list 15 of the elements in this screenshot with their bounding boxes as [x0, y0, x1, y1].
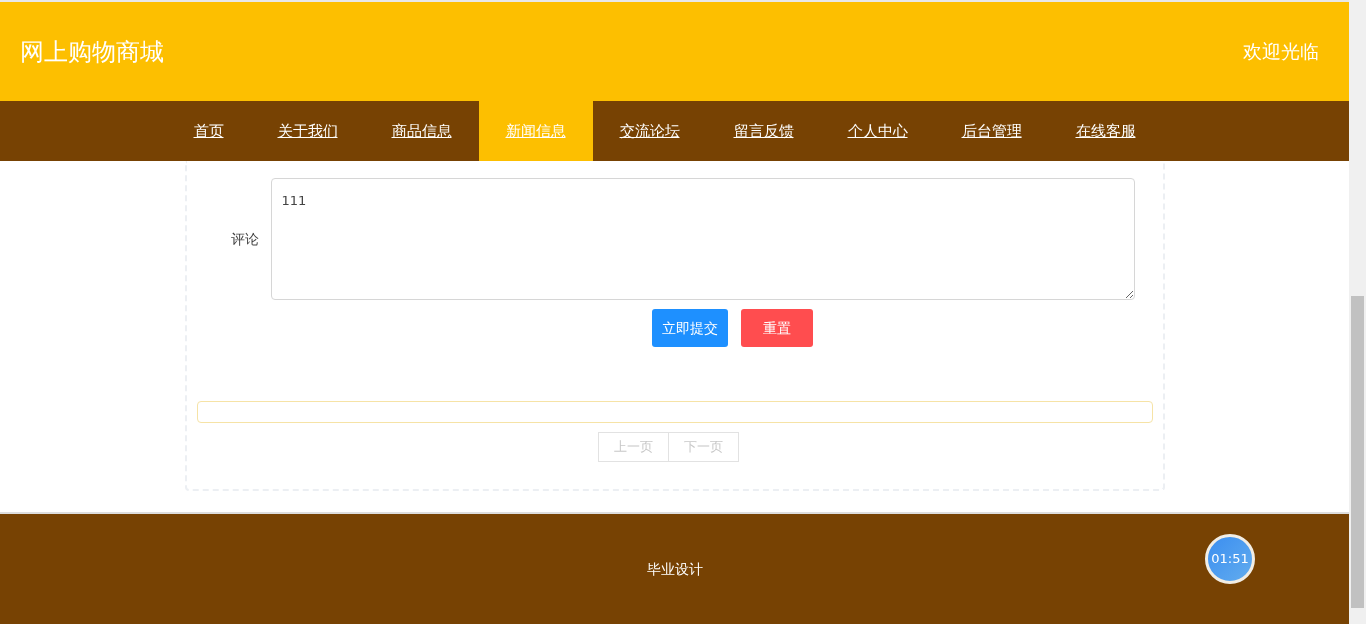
- nav-link[interactable]: 在线客服: [1048, 101, 1163, 161]
- nav-link[interactable]: 首页: [166, 101, 251, 161]
- scrollbar-thumb[interactable]: [1351, 296, 1364, 608]
- comment-label: 评论: [229, 229, 260, 249]
- nav-link[interactable]: 个人中心: [820, 101, 935, 161]
- comment-textarea[interactable]: 111: [270, 178, 1135, 300]
- scrollbar[interactable]: [1349, 0, 1366, 624]
- nav-link[interactable]: 交流论坛: [592, 101, 707, 161]
- footer-text: 毕业设计: [646, 559, 703, 579]
- welcome-text: 欢迎光临: [1243, 39, 1319, 65]
- nav-link[interactable]: 后台管理: [934, 101, 1049, 161]
- site-title: 网上购物商城: [20, 36, 164, 68]
- nav-link[interactable]: 留言反馈: [706, 101, 821, 161]
- nav-link[interactable]: 商品信息: [364, 101, 479, 161]
- nav-link[interactable]: 关于我们: [250, 101, 365, 161]
